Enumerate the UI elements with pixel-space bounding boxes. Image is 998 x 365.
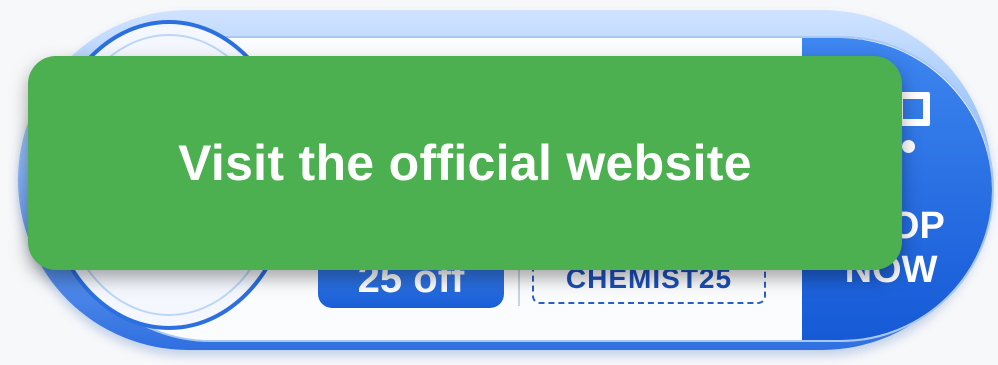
cart-basket — [898, 92, 930, 126]
visit-official-website-label: Visit the official website — [178, 135, 752, 191]
promo-scene: 25 off CHEMIST25 SHOP NOW Visit the offi… — [0, 0, 998, 365]
visit-official-website-button[interactable]: Visit the official website — [28, 56, 902, 270]
shopping-cart-icon — [898, 92, 932, 153]
cart-wheel — [902, 140, 915, 153]
